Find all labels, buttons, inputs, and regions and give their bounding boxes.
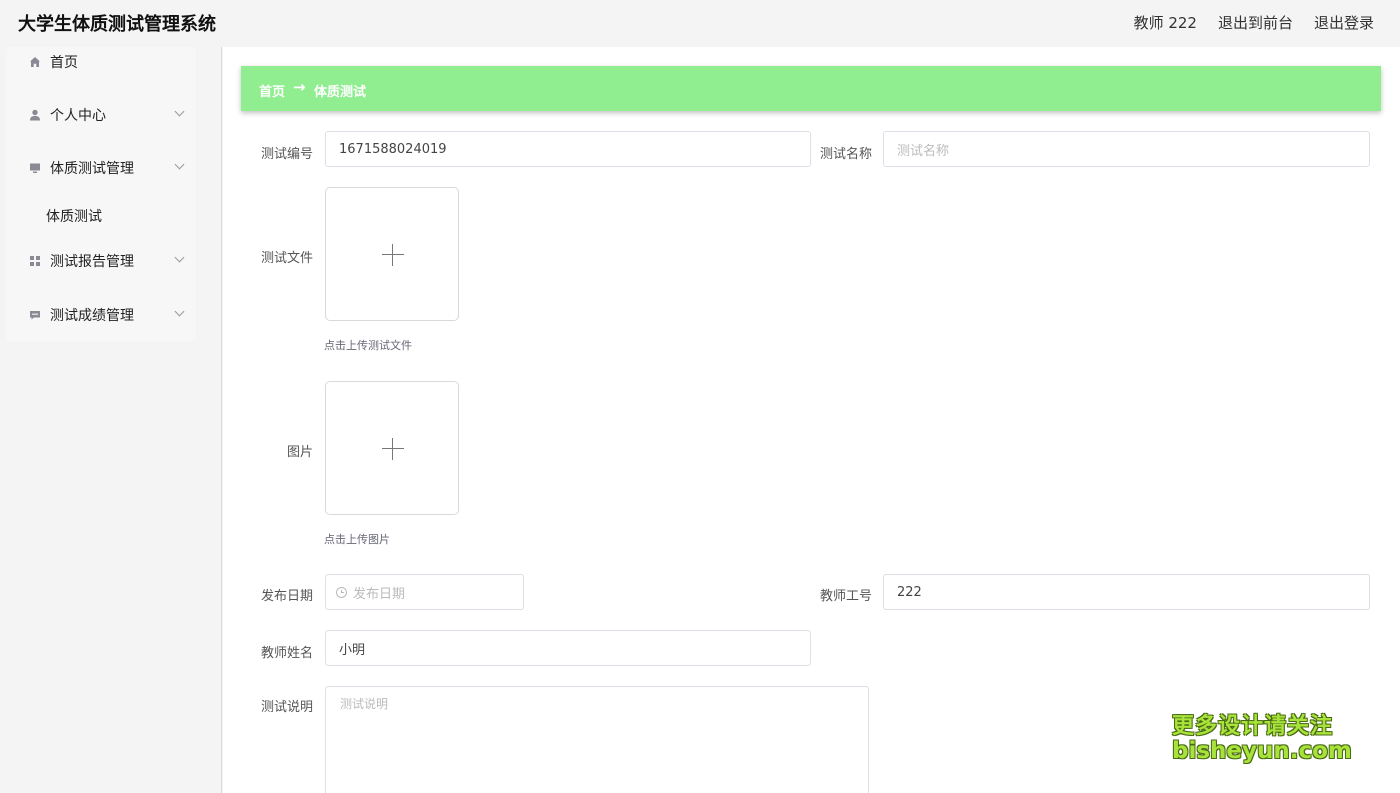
chevron-down-icon	[174, 306, 185, 317]
plus-icon	[382, 448, 404, 449]
breadcrumb-current: 体质测试	[314, 85, 367, 100]
teacher-id-label: 教师工号	[819, 589, 872, 604]
description-placeholder: 测试说明	[340, 697, 389, 711]
logout-link[interactable]: 退出登录	[1314, 12, 1374, 33]
test-file-label: 测试文件	[260, 251, 313, 266]
image-upload[interactable]	[325, 381, 459, 515]
image-hint: 点击上传图片	[324, 533, 390, 546]
sidebar-item-report-management[interactable]: 测试报告管理	[6, 243, 196, 279]
header-actions: 教师 222 退出到前台 退出登录	[1134, 12, 1374, 33]
sidebar-item-label: 测试报告管理	[50, 254, 134, 270]
main-content: 首页 → 体质测试 测试编号 1671588024019 测试名称 测试名称 测…	[223, 47, 1400, 793]
sidebar-item-label: 测试成绩管理	[50, 308, 134, 324]
chevron-down-icon	[174, 106, 185, 117]
test-name-input[interactable]: 测试名称	[883, 131, 1370, 167]
user-icon	[28, 108, 42, 122]
sidebar-item-test-management[interactable]: 体质测试管理	[6, 150, 196, 186]
description-textarea[interactable]: 测试说明	[325, 686, 869, 793]
test-no-label: 测试编号	[260, 147, 313, 162]
sidebar-subitem-physical-test[interactable]: 体质测试	[6, 197, 196, 233]
test-file-hint: 点击上传测试文件	[324, 339, 412, 352]
grid-icon	[28, 254, 42, 268]
watermark-line1: 更多设计请关注	[1172, 714, 1334, 739]
clock-icon	[336, 586, 347, 598]
app-title: 大学生体质测试管理系统	[18, 14, 216, 35]
sidebar-item-score-management[interactable]: 测试成绩管理	[6, 297, 196, 333]
image-label: 图片	[286, 445, 313, 460]
sidebar-menu: 首页 个人中心 体质测试管理 体质测试 测试报告管理 测试成绩管理	[6, 47, 196, 341]
breadcrumb-home[interactable]: 首页	[259, 81, 285, 100]
watermark-line2: bisheyun.com	[1172, 738, 1352, 765]
breadcrumb-arrow-icon: →	[293, 78, 306, 96]
message-icon	[28, 308, 42, 322]
sidebar-item-label: 体质测试	[46, 209, 102, 225]
plus-icon	[382, 254, 404, 255]
sidebar-item-label: 个人中心	[50, 108, 106, 124]
watermark: 更多设计请关注 bisheyun.com	[1172, 714, 1352, 765]
test-no-input[interactable]: 1671588024019	[325, 131, 811, 167]
teacher-name-input[interactable]: 小明	[325, 630, 811, 666]
monitor-icon	[28, 161, 42, 175]
description-label: 测试说明	[260, 700, 313, 715]
chevron-down-icon	[174, 159, 185, 170]
top-header: 大学生体质测试管理系统 教师 222 退出到前台 退出登录	[0, 0, 1400, 47]
user-label: 教师 222	[1133, 14, 1197, 32]
exit-to-front-link[interactable]: 退出到前台	[1218, 12, 1293, 33]
teacher-name-label: 教师姓名	[260, 646, 313, 661]
sidebar-item-label: 体质测试管理	[50, 161, 134, 177]
sidebar-item-label: 首页	[50, 55, 78, 71]
breadcrumb: 首页 → 体质测试	[241, 66, 1381, 111]
publish-date-label: 发布日期	[260, 589, 313, 604]
publish-date-placeholder: 发布日期	[353, 586, 406, 602]
chevron-down-icon	[174, 252, 185, 263]
teacher-id-input[interactable]: 222	[883, 574, 1370, 610]
publish-date-picker[interactable]: 发布日期	[325, 574, 524, 610]
sidebar-item-personal-center[interactable]: 个人中心	[6, 97, 196, 133]
sidebar: 首页 个人中心 体质测试管理 体质测试 测试报告管理 测试成绩管理	[0, 47, 222, 793]
sidebar-item-home[interactable]: 首页	[6, 44, 196, 80]
home-icon	[28, 55, 42, 69]
test-name-label: 测试名称	[819, 147, 872, 162]
test-file-upload[interactable]	[325, 187, 459, 321]
